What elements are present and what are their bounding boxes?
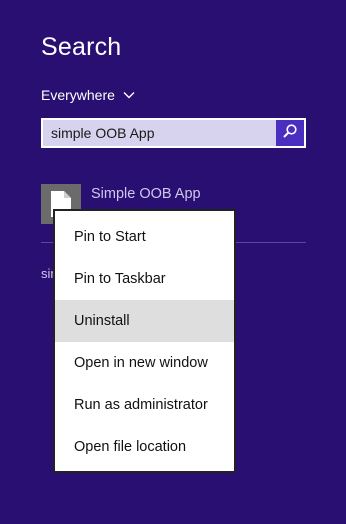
context-menu: Pin to Start Pin to Taskbar Uninstall Op…: [53, 209, 236, 473]
search-input[interactable]: [43, 120, 276, 146]
search-scope-label: Everywhere: [41, 87, 115, 103]
menu-item-pin-to-start[interactable]: Pin to Start: [55, 216, 234, 258]
result-label: Simple OOB App: [91, 186, 201, 202]
menu-item-run-as-admin[interactable]: Run as administrator: [55, 384, 234, 426]
menu-item-open-new-window[interactable]: Open in new window: [55, 342, 234, 384]
search-scope-dropdown[interactable]: Everywhere: [41, 86, 135, 104]
search-icon: [282, 123, 298, 144]
search-title: Search: [41, 33, 122, 61]
menu-item-pin-to-taskbar[interactable]: Pin to Taskbar: [55, 258, 234, 300]
chevron-down-icon: [123, 91, 135, 99]
menu-item-open-file-location[interactable]: Open file location: [55, 426, 234, 468]
menu-item-uninstall[interactable]: Uninstall: [55, 300, 234, 342]
search-pane: Search Everywhere simple OOB App Simple …: [0, 0, 346, 524]
search-box: [41, 118, 306, 148]
search-button[interactable]: [276, 120, 304, 146]
